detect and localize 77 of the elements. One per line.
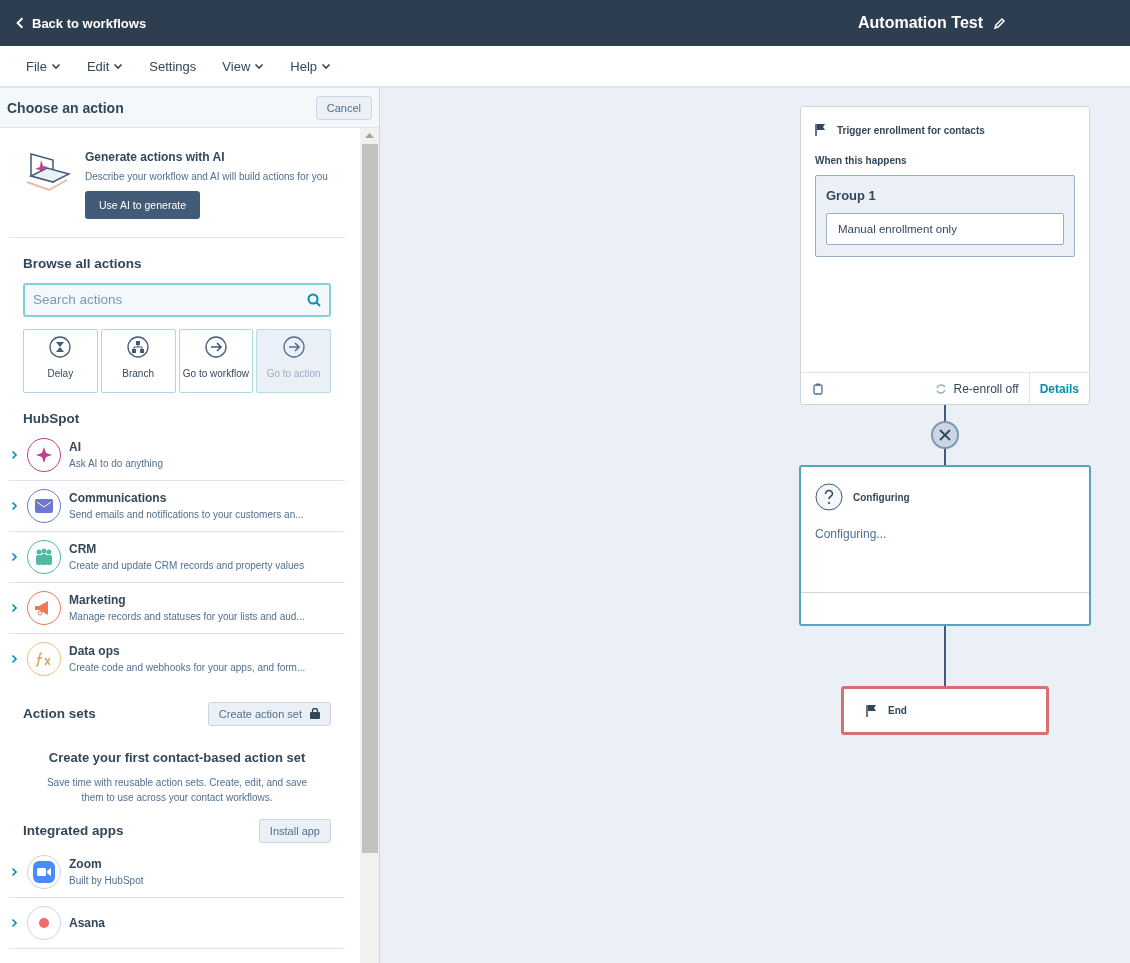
details-link[interactable]: Details — [1028, 373, 1089, 404]
category-item[interactable]: AI Ask AI to do anything — [9, 429, 345, 481]
promo-title: Generate actions with AI — [85, 150, 226, 164]
back-link[interactable]: Back to workflows — [14, 15, 147, 31]
menu-item[interactable]: Edit — [86, 58, 124, 74]
branch-icon — [127, 335, 150, 358]
caret-icon — [50, 61, 61, 71]
flag-icon — [866, 703, 878, 718]
create-action-set-button[interactable]: Create action set — [207, 701, 331, 726]
people-icon — [27, 539, 61, 574]
install-app-button[interactable]: Install app — [258, 818, 331, 843]
menu-item[interactable]: Help — [290, 58, 332, 74]
category-item[interactable]: CRM Create and update CRM records and property values — [9, 531, 345, 583]
pencil-icon[interactable] — [993, 16, 1006, 30]
refresh-icon — [935, 382, 948, 395]
expand-icon — [9, 551, 19, 562]
caret-icon — [113, 61, 124, 71]
trigger-card[interactable]: Trigger enrollment for contacts When this happens Group 1 Manual enrollment only Re-enroll off Details — [800, 106, 1090, 405]
envelope-icon — [27, 488, 61, 523]
quick-action-button[interactable]: Delay — [23, 328, 98, 393]
megaphone-icon — [27, 590, 61, 625]
menu-item[interactable]: View — [222, 58, 265, 74]
trigger-subtitle: When this happens — [815, 155, 907, 166]
section-title: HubSpot — [23, 410, 80, 426]
node-title: Trigger enrollment for contacts — [837, 124, 985, 136]
node-title: End — [888, 705, 907, 716]
quick-action-button[interactable]: Go to workflow — [178, 328, 254, 393]
search-field[interactable]: Search actions — [23, 282, 331, 317]
workflow-title: Automation Test — [857, 14, 983, 32]
close-icon — [939, 429, 951, 441]
video-camera-icon — [27, 854, 61, 889]
expand-icon — [9, 449, 19, 460]
condition-field[interactable]: Manual enrollment only — [826, 213, 1064, 245]
quick-action-button[interactable]: Branch — [100, 328, 176, 393]
node-body: Configuring... — [815, 527, 887, 541]
generate-button[interactable]: Use AI to generate — [85, 190, 200, 219]
category-item[interactable]: Communications Send emails and notifications to your customers an... — [9, 480, 345, 532]
section-title: Browse all actions — [23, 255, 142, 271]
clipboard-icon[interactable] — [813, 382, 823, 395]
menu-item[interactable]: Settings — [149, 58, 197, 74]
category-item[interactable]: Marketing Manage records and statuses for your lists and aud... — [9, 582, 345, 634]
scrollbar-thumb[interactable] — [361, 144, 378, 853]
caret-icon — [254, 61, 265, 71]
app-item[interactable]: Zoom Built by HubSpot — [9, 846, 345, 898]
expand-icon — [9, 866, 19, 877]
section-title: Action sets — [23, 706, 96, 721]
expand-icon — [9, 500, 19, 511]
configuring-card[interactable]: Configuring Configuring... — [799, 465, 1091, 626]
arrow-right-icon — [282, 335, 305, 358]
hourglass-icon — [49, 335, 72, 358]
expand-icon — [9, 602, 19, 613]
cancel-button[interactable]: Cancel — [315, 95, 372, 120]
search-icon — [307, 292, 321, 307]
empty-state-title: Create your first contact-based action set — [47, 749, 307, 765]
lock-icon — [310, 708, 320, 719]
dot-icon — [27, 905, 61, 940]
flag-icon — [815, 123, 827, 137]
section-title: Integrated apps — [23, 823, 124, 838]
sparkle-icon — [27, 437, 61, 472]
category-item[interactable]: Data ops Create code and webhooks for your apps, and form... — [9, 633, 345, 684]
expand-icon — [9, 917, 19, 928]
node-title: Configuring — [853, 491, 910, 503]
back-icon — [14, 17, 26, 29]
reenroll-status[interactable]: Re-enroll off — [935, 381, 1029, 396]
promo-description: Describe your workflow and AI will build actions for you — [85, 170, 329, 184]
menu-item[interactable]: File — [26, 58, 61, 74]
group-title: Group 1 — [826, 188, 877, 203]
app-item[interactable]: Asana — [9, 897, 345, 949]
question-icon — [815, 483, 843, 511]
panel-title: Choose an action — [7, 99, 124, 116]
empty-state-text: Save time with reusable action sets. Create, edit, and save them to use across your contact workflows. — [45, 775, 309, 805]
caret-icon — [321, 61, 332, 71]
end-card[interactable]: End — [841, 686, 1049, 735]
function-icon — [27, 641, 61, 676]
delete-step-button[interactable] — [931, 421, 959, 449]
expand-icon — [9, 653, 19, 664]
arrow-right-icon — [204, 335, 227, 358]
